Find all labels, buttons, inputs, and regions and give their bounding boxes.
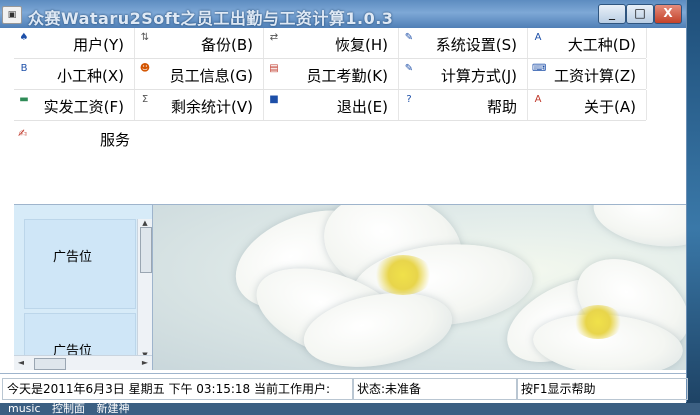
money-icon: ▬ bbox=[19, 94, 29, 105]
menu-item-label: 计算方式(J) bbox=[440, 67, 517, 85]
menu-item-calc-method[interactable]: ✎ 计算方式(J) bbox=[399, 59, 528, 89]
calc-method-icon: ✎ bbox=[404, 63, 414, 74]
menu-item-label: 退出(E) bbox=[336, 98, 388, 116]
menu-item-label: 关于(A) bbox=[584, 98, 636, 116]
ad-slot-label: 广告位 bbox=[53, 250, 93, 265]
service-icon: ✍ bbox=[18, 127, 28, 140]
menu-item-label: 恢复(H) bbox=[335, 36, 388, 54]
menu-row: ▬ 实发工资(F) Σ 剩余统计(V) ■ 退出(E) ? 帮助 A 关于(A) bbox=[14, 90, 647, 121]
scroll-left-icon[interactable]: ◄ bbox=[16, 358, 26, 368]
menu-item-label: 剩余统计(V) bbox=[171, 98, 253, 116]
sigma-icon: Σ bbox=[141, 94, 149, 105]
menu-row: B 小工种(X) ☻ 员工信息(G) ▤ 员工考勤(K) ✎ 计算方式(J) ⌨… bbox=[14, 59, 647, 90]
close-button[interactable]: X bbox=[654, 4, 682, 24]
window-title: 众赛Wataru2Soft之员工出勤与工资计算1.0.3 bbox=[28, 9, 394, 28]
scroll-up-icon[interactable]: ▲ bbox=[140, 219, 150, 227]
menu-item-label: 员工考勤(K) bbox=[306, 67, 388, 85]
menu-item-label: 帮助 bbox=[486, 98, 517, 116]
menu-item-label: 实发工资(F) bbox=[43, 98, 124, 116]
app-icon: ▣ bbox=[2, 6, 22, 24]
main-menu: ♠ 用户(Y) ⇅ 备份(B) ⇄ 恢复(H) ✎ 系统设置(S) A 大工种(… bbox=[14, 28, 686, 205]
taskbar: music 控制面 新建神 bbox=[0, 403, 700, 415]
restore-icon: ⇄ bbox=[269, 32, 279, 43]
menu-item-about[interactable]: A 关于(A) bbox=[528, 90, 647, 120]
ad-panel: 广告位 广告位 ▲ ▼ ◄ ► bbox=[14, 205, 153, 370]
user-icon: ♠ bbox=[19, 32, 29, 43]
exit-icon: ■ bbox=[269, 94, 279, 105]
menu-item-attendance[interactable]: ▤ 员工考勤(K) bbox=[264, 59, 399, 89]
status-datetime: 今天是2011年6月3日 星期五 下午 03:15:18 当前工作用户: bbox=[2, 378, 354, 400]
menu-item-help[interactable]: ? 帮助 bbox=[399, 90, 528, 120]
about-icon: A bbox=[534, 94, 542, 105]
menu-item-service[interactable]: ✍ 服务 bbox=[14, 121, 154, 151]
menu-item-label: 小工种(X) bbox=[57, 67, 124, 85]
flower-petal bbox=[588, 205, 686, 255]
ad-slot[interactable]: 广告位 bbox=[24, 313, 136, 359]
flower-center bbox=[573, 305, 623, 339]
menu-item-salary-calc[interactable]: ⌨ 工资计算(Z) bbox=[528, 59, 647, 89]
menu-item-label: 服务 bbox=[100, 131, 131, 149]
app-window: ▣ 众赛Wataru2Soft之员工出勤与工资计算1.0.3 _ □ X ♠ 用… bbox=[0, 0, 688, 403]
major-worktype-icon: A bbox=[534, 32, 542, 43]
minimize-button[interactable]: _ bbox=[598, 4, 626, 24]
menu-item-label: 备份(B) bbox=[201, 36, 253, 54]
help-icon: ? bbox=[406, 94, 412, 105]
menu-item-label: 系统设置(S) bbox=[435, 36, 517, 54]
horizontal-scrollbar[interactable]: ◄ ► bbox=[14, 355, 152, 370]
menu-item-label: 工资计算(Z) bbox=[554, 67, 636, 85]
menu-item-restore[interactable]: ⇄ 恢复(H) bbox=[264, 28, 399, 58]
menu-item-minor-worktype[interactable]: B 小工种(X) bbox=[14, 59, 135, 89]
menu-item-label: 大工种(D) bbox=[567, 36, 636, 54]
menu-item-remaining-stats[interactable]: Σ 剩余统计(V) bbox=[135, 90, 264, 120]
menu-item-exit[interactable]: ■ 退出(E) bbox=[264, 90, 399, 120]
title-bar[interactable]: ▣ 众赛Wataru2Soft之员工出勤与工资计算1.0.3 _ □ X bbox=[0, 0, 686, 28]
taskbar-item[interactable]: music bbox=[8, 402, 41, 415]
menu-item-user[interactable]: ♠ 用户(Y) bbox=[14, 28, 135, 58]
vertical-scrollbar[interactable]: ▲ ▼ bbox=[137, 219, 152, 359]
flower-banner-image bbox=[153, 205, 686, 370]
menu-item-label: 员工信息(G) bbox=[169, 67, 253, 85]
maximize-button[interactable]: □ bbox=[626, 4, 654, 24]
employee-icon: ☻ bbox=[139, 63, 151, 74]
backup-icon: ⇅ bbox=[140, 32, 150, 43]
flower-center bbox=[373, 255, 433, 295]
status-state: 状态:未准备 bbox=[352, 378, 518, 400]
status-bar: 今天是2011年6月3日 星期五 下午 03:15:18 当前工作用户: 状态:… bbox=[0, 373, 688, 403]
scroll-thumb[interactable] bbox=[140, 227, 152, 273]
menu-item-major-worktype[interactable]: A 大工种(D) bbox=[528, 28, 647, 58]
settings-icon: ✎ bbox=[404, 32, 414, 43]
menu-item-employee-info[interactable]: ☻ 员工信息(G) bbox=[135, 59, 264, 89]
status-help-hint: 按F1显示帮助 bbox=[516, 378, 688, 400]
menu-item-actual-salary[interactable]: ▬ 实发工资(F) bbox=[14, 90, 135, 120]
taskbar-item[interactable]: 控制面 bbox=[52, 402, 85, 415]
attendance-icon: ▤ bbox=[269, 63, 279, 74]
keyboard-icon: ⌨ bbox=[532, 63, 547, 74]
taskbar-item[interactable]: 新建神 bbox=[97, 402, 130, 415]
scroll-thumb[interactable] bbox=[34, 358, 66, 370]
ad-slot[interactable]: 广告位 bbox=[24, 219, 136, 309]
menu-item-label: 用户(Y) bbox=[73, 36, 124, 54]
minor-worktype-icon: B bbox=[20, 63, 28, 74]
scroll-right-icon[interactable]: ► bbox=[140, 358, 150, 368]
menu-item-settings[interactable]: ✎ 系统设置(S) bbox=[399, 28, 528, 58]
menu-item-backup[interactable]: ⇅ 备份(B) bbox=[135, 28, 264, 58]
menu-row: ♠ 用户(Y) ⇅ 备份(B) ⇄ 恢复(H) ✎ 系统设置(S) A 大工种(… bbox=[14, 28, 647, 59]
